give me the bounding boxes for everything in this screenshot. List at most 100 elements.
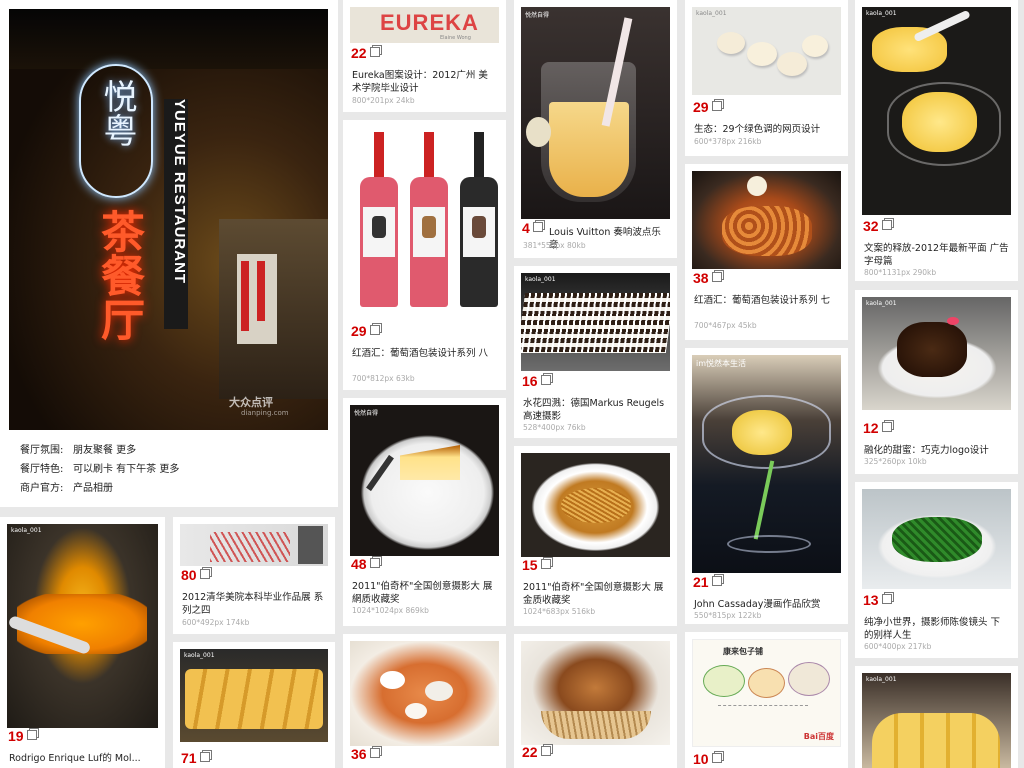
repin-count[interactable]: 48 <box>351 556 380 572</box>
pin-title[interactable]: 红酒汇：葡萄酒包装设计系列 八 <box>352 347 497 360</box>
repin-icon <box>369 748 380 758</box>
restaurant-sign-english: YUEYUE RESTAURANT <box>164 99 188 329</box>
repin-icon <box>369 325 380 335</box>
pin-card[interactable]: 80 2012清华美院本科毕业作品展 系列之四 600*492px 174kb <box>173 517 335 634</box>
pin-card[interactable]: kaola_001 19 Rodrigo Enrique Luf的 Mol... <box>0 517 165 768</box>
pin-title[interactable]: 纯净小世界，摄影师陈俊镜头 下的别样人生 <box>864 616 1009 642</box>
pin-card[interactable]: kaola_001 16 水花四溅：德国Markus Reugels高速摄影 5… <box>514 266 677 438</box>
pin-image[interactable]: kaola_001 <box>7 524 158 728</box>
pin-image[interactable]: im悦然本生活 <box>692 355 841 573</box>
restaurant-sign-chinese: 茶餐厅 <box>93 209 144 341</box>
pin-image[interactable]: kaola_001 <box>180 649 328 742</box>
watermark-logo: 大众点评 <box>229 396 273 409</box>
pin-title[interactable]: 2011"伯奇杯"全国创意摄影大 展網质收藏奖 <box>352 580 497 606</box>
repin-count[interactable]: 16 <box>522 373 551 389</box>
pin-image[interactable] <box>350 127 499 323</box>
pin-card[interactable]: 悦然自得 4 Louis Vuitton 奏响波点乐章 381*555px 80… <box>514 0 677 258</box>
pin-image[interactable]: 康来包子铺 Bai百度 <box>692 639 841 747</box>
pin-image[interactable]: kaola_001 <box>862 7 1011 215</box>
pin-title[interactable]: Rodrigo Enrique Luf的 Mol... <box>9 752 156 765</box>
watermark-site: dianping.com <box>241 409 289 417</box>
info-row: 餐厅特色: 可以刷卡 有下午茶 更多 <box>20 464 180 475</box>
repin-count[interactable]: 80 <box>181 567 210 583</box>
pin-card[interactable]: 22 <box>514 634 677 768</box>
pin-title[interactable]: 2011"伯奇杯"全国创意摄影大 展金质收藏奖 <box>523 581 668 607</box>
repin-icon <box>26 730 37 740</box>
repin-icon <box>881 422 892 432</box>
repin-count[interactable]: 13 <box>863 592 892 608</box>
pin-image[interactable]: kaola_001 <box>692 7 841 95</box>
info-link[interactable]: 可以刷卡 有下午茶 更多 <box>73 464 179 475</box>
pin-image[interactable] <box>350 641 499 746</box>
repin-count[interactable]: 32 <box>863 218 892 234</box>
info-row: 商户官方: 产品相册 <box>20 483 113 494</box>
pin-card[interactable]: 29 红酒汇：葡萄酒包装设计系列 八 700*812px 63kb <box>343 120 506 390</box>
pin-meta: 550*815px 122kb <box>694 611 762 620</box>
pin-card[interactable]: 38 红酒汇：葡萄酒包装设计系列 七 700*467px 45kb <box>685 164 848 340</box>
info-link[interactable]: 朋友聚餐 更多 <box>73 445 136 456</box>
pin-image[interactable]: kaola_001 <box>862 673 1011 768</box>
pin-image[interactable]: EUREKA Elaine Wong <box>350 7 499 43</box>
repin-count[interactable]: 21 <box>693 574 722 590</box>
repin-icon <box>540 746 551 756</box>
pin-meta: 700*467px 45kb <box>694 321 757 330</box>
pin-card[interactable]: 13 纯净小世界，摄影师陈俊镜头 下的别样人生 600*400px 217kb <box>855 482 1018 658</box>
repin-icon <box>199 752 210 762</box>
repin-count[interactable]: 19 <box>8 728 37 744</box>
pin-card[interactable]: kaola_001 71 <box>173 642 335 768</box>
pin-card[interactable]: 36 <box>343 634 506 768</box>
repin-count[interactable]: 22 <box>351 45 380 61</box>
repin-count[interactable]: 15 <box>522 557 551 573</box>
pin-card[interactable]: 15 2011"伯奇杯"全国创意摄影大 展金质收藏奖 1024*683px 51… <box>514 446 677 626</box>
info-link[interactable]: 产品相册 <box>73 483 113 494</box>
repin-icon <box>540 375 551 385</box>
pin-image[interactable]: kaola_001 <box>862 297 1011 410</box>
pin-image[interactable] <box>521 453 670 557</box>
pin-image[interactable]: 悦然自得 <box>350 405 499 556</box>
pin-image[interactable]: kaola_001 <box>521 273 670 371</box>
pin-card[interactable]: kaola_001 29 生态：29个绿色调的网页设计 600*378px 21… <box>685 0 848 156</box>
pin-image[interactable] <box>692 171 841 269</box>
repin-count[interactable]: 29 <box>693 99 722 115</box>
pin-card[interactable]: kaola_001 12 融化的甜蜜：巧克力logo设计 325*260px 1… <box>855 290 1018 474</box>
info-row: 餐厅氛围: 朋友聚餐 更多 <box>20 445 137 456</box>
repin-count[interactable]: 29 <box>351 323 380 339</box>
pin-card[interactable]: kaola_001 32 文案的释放-2012年最新平面 广告字母篇 800*1… <box>855 0 1018 281</box>
pin-title[interactable]: 水花四溅：德国Markus Reugels高速摄影 <box>523 397 668 423</box>
pin-meta: 325*260px 10kb <box>864 457 927 466</box>
pin-title[interactable]: John Cassaday漫画作品欣赏 <box>694 598 839 611</box>
pin-image[interactable] <box>521 641 670 745</box>
repin-icon <box>532 222 543 232</box>
repin-count[interactable]: 36 <box>351 746 380 762</box>
repin-icon <box>369 558 380 568</box>
repin-count[interactable]: 10 <box>693 751 722 767</box>
repin-count[interactable]: 12 <box>863 420 892 436</box>
pin-meta: 800*1131px 290kb <box>864 268 937 277</box>
pin-meta: 381*555px 80kb <box>523 241 586 250</box>
repin-icon <box>199 569 210 579</box>
pin-title[interactable]: 生态：29个绿色调的网页设计 <box>694 123 839 136</box>
repin-icon <box>540 559 551 569</box>
repin-count[interactable]: 38 <box>693 270 722 286</box>
pin-title[interactable]: Eureka图案设计：2012广州 美术学院毕业设计 <box>352 69 497 95</box>
pin-card[interactable]: 康来包子铺 Bai百度 10 <box>685 632 848 768</box>
pin-card[interactable]: 悦然自得 48 2011"伯奇杯"全国创意摄影大 展網质收藏奖 1024*102… <box>343 398 506 626</box>
pin-card[interactable]: EUREKA Elaine Wong 22 Eureka图案设计：2012广州 … <box>343 0 506 112</box>
pin-card[interactable]: im悦然本生活 21 John Cassaday漫画作品欣赏 550*815px… <box>685 348 848 624</box>
repin-count[interactable]: 4 <box>522 220 543 236</box>
pin-card[interactable]: kaola_001 <box>855 666 1018 768</box>
repin-icon <box>711 101 722 111</box>
pin-meta: 528*400px 76kb <box>523 423 586 432</box>
repin-icon <box>881 594 892 604</box>
pin-image[interactable]: 悦然自得 <box>521 7 670 219</box>
pin-title[interactable]: 2012清华美院本科毕业作品展 系列之四 <box>182 591 326 617</box>
pin-title[interactable]: 红酒汇：葡萄酒包装设计系列 七 <box>694 294 839 307</box>
pin-title[interactable]: 文案的释放-2012年最新平面 广告字母篇 <box>864 242 1009 268</box>
pin-title[interactable]: 融化的甜蜜：巧克力logo设计 <box>864 444 1009 457</box>
repin-count[interactable]: 71 <box>181 750 210 766</box>
pin-image[interactable] <box>862 489 1011 589</box>
restaurant-photo[interactable]: 悦粤 YUEYUE RESTAURANT 茶餐厅 大众点评 dianping.c… <box>9 9 328 430</box>
pin-image[interactable] <box>180 524 328 566</box>
repin-count[interactable]: 22 <box>522 744 551 760</box>
pin-meta: 1024*683px 516kb <box>523 607 596 616</box>
